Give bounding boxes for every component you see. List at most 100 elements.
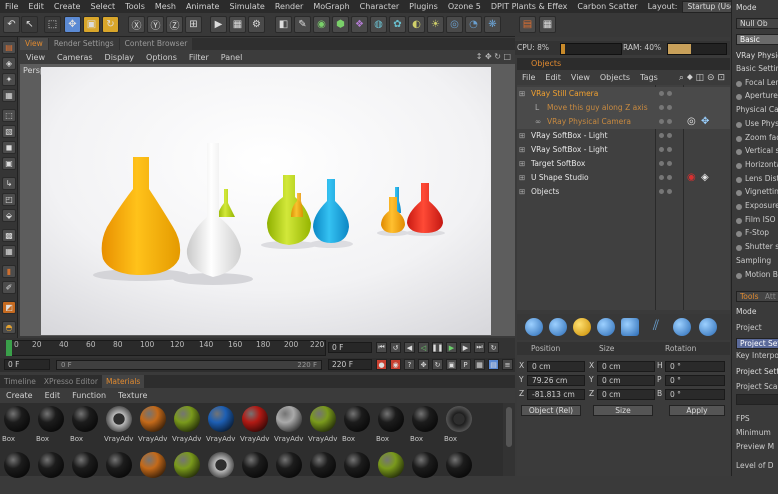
texture-mode-icon[interactable]: ✦	[2, 73, 16, 86]
menu-select[interactable]: Select	[85, 2, 120, 11]
vray-settings-icon[interactable]	[699, 318, 717, 336]
render-settings-icon[interactable]: ⚙	[248, 16, 265, 33]
attr-bullet-icon[interactable]	[736, 245, 742, 252]
play-back-icon[interactable]: ◁	[418, 342, 429, 353]
target-tag-icon[interactable]: ✥	[701, 115, 709, 129]
render-view-icon[interactable]: ▶	[210, 16, 227, 33]
visibility-dot-icon[interactable]	[667, 147, 672, 152]
visibility-dot-icon[interactable]	[667, 105, 672, 110]
visibility-dot-icon[interactable]	[667, 91, 672, 96]
attr-basic-tab[interactable]: Basic	[736, 34, 778, 45]
attr-item[interactable]: Horizontal	[745, 160, 778, 169]
attr-bullet-icon[interactable]	[736, 162, 742, 169]
rotate-icon[interactable]: ↻	[102, 16, 119, 33]
material-swatch[interactable]: VrayAdv	[103, 404, 136, 448]
viewport-menu-options[interactable]: Options	[140, 53, 183, 62]
material-swatch[interactable]: VrayAdv	[239, 404, 272, 448]
apply-button[interactable]: Apply	[669, 405, 725, 416]
attr-bullet-icon[interactable]	[736, 231, 742, 238]
viewport-menu-cameras[interactable]: Cameras	[51, 53, 99, 62]
menu-dpit[interactable]: DPIT Plants & Effex	[486, 2, 573, 11]
model-mode-icon[interactable]: ▤	[2, 41, 16, 54]
attr-item[interactable]: Shutter sp	[745, 242, 778, 251]
attr-tab-att[interactable]: Att	[765, 292, 776, 301]
visibility-dot-icon[interactable]	[667, 175, 672, 180]
materials-menu-function[interactable]: Function	[66, 391, 112, 400]
menu-carbon-scatter[interactable]: Carbon Scatter	[572, 2, 642, 11]
viewport-menu-display[interactable]: Display	[99, 53, 141, 62]
vray-icon[interactable]: ◔	[465, 16, 482, 33]
paint-icon[interactable]: ✐	[2, 281, 16, 294]
move-icon[interactable]: ✥	[64, 16, 81, 33]
material-swatch[interactable]	[375, 450, 408, 494]
viewport-menu-view[interactable]: View	[20, 53, 51, 62]
object-name[interactable]: VRay Still Camera	[531, 87, 598, 101]
size-field[interactable]: 0 cm	[597, 375, 655, 386]
scene-icon[interactable]: ✿	[389, 16, 406, 33]
object-row[interactable]: L Move this guy along Z axis	[517, 101, 730, 115]
uv-mode-icon[interactable]: ▣	[2, 157, 16, 170]
visibility-dot-icon[interactable]	[659, 161, 664, 166]
object-name[interactable]: U Shape Studio	[531, 171, 589, 185]
attr-item[interactable]: Aperture V	[745, 91, 778, 100]
object-row[interactable]: ⊞ VRay Still Camera	[517, 87, 730, 101]
object-name[interactable]: VRay SoftBox - Light	[531, 129, 608, 143]
polygons-mode-icon[interactable]: ◼	[2, 141, 16, 154]
visibility-dot-icon[interactable]	[667, 133, 672, 138]
key-rot-icon[interactable]: ↻	[432, 359, 443, 370]
size-mode-select[interactable]: Size	[593, 405, 653, 416]
attr-item[interactable]: Basic Setting	[736, 64, 778, 73]
object-name[interactable]: Target SoftBox	[531, 157, 585, 171]
sculpt-icon[interactable]: ◩	[2, 301, 16, 314]
pointer-icon[interactable]: ↖	[21, 16, 38, 33]
object-tree-icon[interactable]: ⊞	[519, 87, 525, 101]
attr-mode-label[interactable]: Mode	[736, 3, 756, 12]
attr-item[interactable]: Lens Disto	[745, 174, 778, 183]
material-swatch[interactable]: VrayAdv	[307, 404, 340, 448]
scale-icon[interactable]: ▣	[83, 16, 100, 33]
material-swatch[interactable]	[1, 450, 34, 494]
attr-item[interactable]: Physical Cam	[736, 105, 778, 114]
points-mode-icon[interactable]: ⬚	[2, 109, 16, 122]
go-start-icon[interactable]: ⏮	[376, 342, 387, 353]
objects-menu-view[interactable]: View	[566, 73, 595, 82]
prev-key-icon[interactable]: ↺	[390, 342, 401, 353]
edges-mode-icon[interactable]: ▧	[2, 125, 16, 138]
pen-icon[interactable]: ✎	[294, 16, 311, 33]
undo-icon[interactable]: ↶	[3, 16, 20, 33]
menu-mesh[interactable]: Mesh	[150, 2, 181, 11]
render-region-icon[interactable]: ▦	[229, 16, 246, 33]
attr-project-scale-field[interactable]	[736, 394, 778, 405]
object-row[interactable]: ⊞ VRay SoftBox - Light	[517, 143, 730, 157]
object-mode-icon[interactable]: ◈	[2, 57, 16, 70]
array-icon[interactable]: ⬢	[332, 16, 349, 33]
material-swatch[interactable]: Box	[35, 404, 68, 448]
environment-icon[interactable]: ◍	[370, 16, 387, 33]
z-axis-icon[interactable]: Ⓩ	[166, 16, 183, 33]
material-swatch[interactable]	[69, 450, 102, 494]
timeline-more-icon[interactable]: ≡	[502, 359, 513, 370]
texture-tag-icon[interactable]: ◈	[701, 171, 709, 185]
menu-edit[interactable]: Edit	[23, 2, 49, 11]
vray-sphere-icon[interactable]	[525, 318, 543, 336]
objects-menu-file[interactable]: File	[517, 73, 540, 82]
attr-project[interactable]: Project	[736, 323, 762, 332]
loop-icon[interactable]: ↻	[488, 342, 499, 353]
object-name[interactable]: Objects	[531, 185, 559, 199]
material-swatch[interactable]	[307, 450, 340, 494]
menu-tools[interactable]: Tools	[120, 2, 150, 11]
object-tree-icon[interactable]: ⊞	[519, 143, 525, 157]
next-frame-icon[interactable]: ▶	[460, 342, 471, 353]
object-name[interactable]: Move this guy along Z axis	[547, 101, 648, 115]
material-swatch[interactable]: Box	[341, 404, 374, 448]
key-param-icon[interactable]: P	[460, 359, 471, 370]
go-end-icon[interactable]: ⏭	[474, 342, 485, 353]
eye-icon[interactable]: ◎	[446, 16, 463, 33]
menu-render[interactable]: Render	[270, 2, 308, 11]
tab-materials[interactable]: Materials	[101, 375, 145, 388]
attr-item[interactable]: Vignetting	[745, 187, 778, 196]
material-swatch[interactable]	[409, 450, 442, 494]
materials-menu-create[interactable]: Create	[0, 391, 39, 400]
material-swatch[interactable]: Box	[375, 404, 408, 448]
live-select-icon[interactable]: ⬚	[44, 16, 61, 33]
